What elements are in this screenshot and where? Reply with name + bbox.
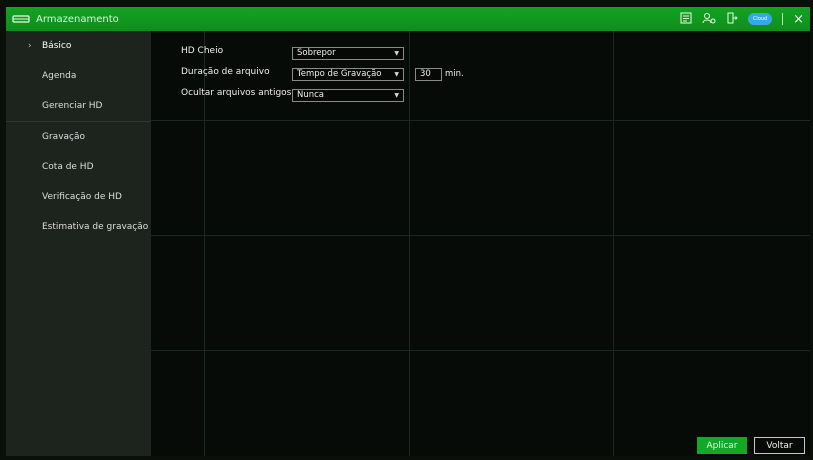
user-icon[interactable] (702, 12, 716, 26)
file-duration-value: Tempo de Gravação (297, 69, 382, 79)
sidebar-group-1: › Básico Agenda Gerenciar HD (6, 31, 151, 122)
sidebar-item-label: Agenda (42, 71, 77, 81)
sidebar: › Básico Agenda Gerenciar HD Gravação Co… (6, 31, 151, 456)
sidebar-item-cota-hd[interactable]: Cota de HD (6, 152, 151, 182)
hide-old-value: Nunca (297, 90, 325, 100)
grid-line (409, 31, 410, 456)
minutes-unit-label: min. (445, 69, 464, 79)
sidebar-item-basico[interactable]: › Básico (6, 31, 151, 61)
sidebar-item-verificacao-hd[interactable]: Verificação de HD (6, 182, 151, 212)
content-panel: HD Cheio Sobrepor ▼ Duração de arquivo T… (151, 31, 810, 456)
hd-full-value: Sobrepor (297, 48, 336, 58)
title-group: Armazenamento (12, 7, 119, 31)
sidebar-item-gravacao[interactable]: Gravação (6, 122, 151, 152)
hide-old-label: Ocultar arquivos antigos (181, 88, 292, 98)
minutes-input[interactable]: 30 (415, 68, 442, 81)
file-duration-label: Duração de arquivo (181, 67, 270, 77)
sidebar-item-label: Básico (42, 41, 72, 51)
sidebar-item-label: Gravação (42, 132, 86, 142)
cloud-icon[interactable]: Cloud (748, 13, 773, 25)
grid-line (151, 350, 810, 351)
faq-icon[interactable] (680, 12, 692, 26)
back-button[interactable]: Voltar (754, 437, 805, 454)
sidebar-item-label: Estimativa de gravação (42, 222, 149, 232)
window-title: Armazenamento (36, 13, 119, 25)
grid-line (613, 31, 614, 456)
hide-old-select[interactable]: Nunca ▼ (292, 89, 404, 102)
sidebar-group-2: Gravação Cota de HD Verificação de HD Es… (6, 122, 151, 242)
chevron-down-icon: ▼ (394, 92, 399, 99)
sidebar-item-label: Verificação de HD (42, 192, 122, 202)
storage-icon (12, 15, 30, 23)
sidebar-item-estimativa[interactable]: Estimativa de gravação (6, 212, 151, 242)
chevron-down-icon: ▼ (394, 50, 399, 57)
apply-button[interactable]: Aplicar (697, 437, 747, 454)
hd-full-label: HD Cheio (181, 46, 224, 56)
close-icon[interactable]: × (793, 12, 804, 27)
sidebar-item-label: Cota de HD (42, 162, 94, 172)
logout-icon[interactable] (726, 12, 738, 26)
sidebar-item-label: Gerenciar HD (42, 101, 103, 111)
hd-full-select[interactable]: Sobrepor ▼ (292, 47, 404, 60)
title-bar: Armazenamento Cloud × (6, 7, 810, 31)
sidebar-item-gerenciar-hd[interactable]: Gerenciar HD (6, 91, 151, 121)
grid-line (151, 235, 810, 236)
chevron-right-icon: › (28, 41, 32, 51)
file-duration-select[interactable]: Tempo de Gravação ▼ (292, 68, 404, 81)
chevron-down-icon: ▼ (394, 71, 399, 78)
toolbar-icons: Cloud × (680, 7, 804, 31)
toolbar-divider (782, 13, 784, 25)
grid-line (151, 120, 810, 121)
sidebar-item-agenda[interactable]: Agenda (6, 61, 151, 91)
